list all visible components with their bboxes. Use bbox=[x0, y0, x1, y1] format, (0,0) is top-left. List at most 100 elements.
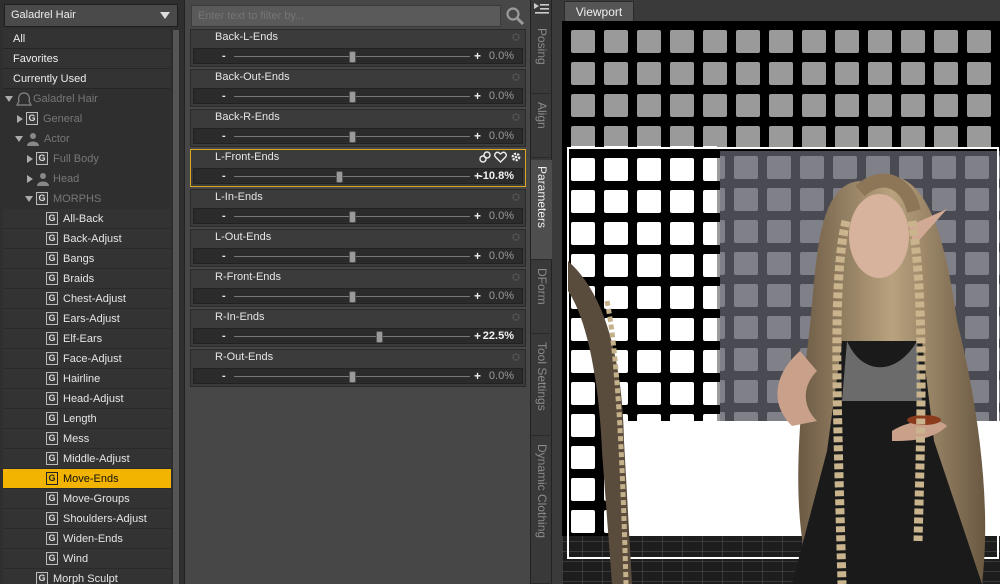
decrement-button[interactable]: - bbox=[222, 290, 226, 302]
tree-row-morph-item[interactable]: G Length bbox=[3, 409, 171, 429]
decrement-button[interactable]: - bbox=[222, 210, 226, 222]
tree-scrollbar[interactable] bbox=[172, 30, 180, 584]
tree-row-morph-item[interactable]: G Head-Adjust bbox=[3, 389, 171, 409]
slider-handle[interactable] bbox=[336, 171, 344, 183]
decrement-button[interactable]: - bbox=[222, 330, 226, 342]
filter-all[interactable]: All bbox=[3, 29, 170, 49]
gear-icon[interactable] bbox=[511, 32, 521, 42]
increment-button[interactable]: + bbox=[474, 209, 481, 223]
tab-viewport[interactable]: Viewport bbox=[564, 1, 634, 21]
expand-arrow-icon[interactable] bbox=[15, 129, 25, 149]
decrement-button[interactable]: - bbox=[222, 50, 226, 62]
decrement-button[interactable]: - bbox=[222, 250, 226, 262]
increment-button[interactable]: + bbox=[474, 249, 481, 263]
tree-row-morph-item[interactable]: G Move-Groups bbox=[3, 489, 171, 509]
param-value[interactable]: 0.0% bbox=[489, 210, 514, 222]
param-slider-row[interactable]: L-Front-Ends - + -10.8% bbox=[190, 149, 526, 187]
tree-row-morph-item[interactable]: G Move-Ends bbox=[3, 469, 171, 489]
side-tab[interactable]: Tool Settings bbox=[531, 336, 552, 436]
decrement-button[interactable]: - bbox=[222, 90, 226, 102]
tree-row-head[interactable]: Head bbox=[3, 169, 171, 189]
tree-row-morph-sculpt[interactable]: G Morph Sculpt bbox=[3, 569, 171, 584]
tree-row-morph-item[interactable]: G Braids bbox=[3, 269, 171, 289]
slider-handle[interactable] bbox=[349, 91, 356, 103]
tree-row-morph-item[interactable]: G All-Back bbox=[3, 209, 171, 229]
param-slider-row[interactable]: R-Out-Ends - +0.0% bbox=[190, 349, 526, 387]
tree-row-morph-item[interactable]: G Elf-Ears bbox=[3, 329, 171, 349]
tree-row-morph-item[interactable]: G Face-Adjust bbox=[3, 349, 171, 369]
slider-track[interactable]: - +22.5% bbox=[193, 328, 523, 344]
decrement-button[interactable]: - bbox=[222, 170, 226, 182]
expand-arrow-icon[interactable] bbox=[25, 149, 35, 169]
slider-handle[interactable] bbox=[349, 131, 356, 143]
gear-icon[interactable] bbox=[511, 192, 521, 202]
chevron-down-icon[interactable] bbox=[160, 12, 170, 19]
tree-row-morph-item[interactable]: G Chest-Adjust bbox=[3, 289, 171, 309]
param-slider-row[interactable]: Back-R-Ends - +0.0% bbox=[190, 109, 526, 147]
gear-icon[interactable] bbox=[511, 272, 521, 282]
tree-row-full-body[interactable]: G Full Body bbox=[3, 149, 171, 169]
slider-track[interactable]: - +0.0% bbox=[193, 248, 523, 264]
slider-handle[interactable] bbox=[349, 51, 356, 63]
increment-button[interactable]: + bbox=[474, 49, 481, 63]
node-selector-dropdown[interactable]: Galadrel Hair bbox=[4, 4, 178, 27]
favorite-heart-icon[interactable] bbox=[494, 151, 507, 163]
expand-arrow-icon[interactable] bbox=[15, 109, 25, 129]
slider-track[interactable]: - +0.0% bbox=[193, 88, 523, 104]
side-tab[interactable]: Parameters bbox=[531, 160, 552, 260]
increment-button[interactable]: + bbox=[474, 129, 481, 143]
slider-handle[interactable] bbox=[375, 331, 383, 343]
expand-arrow-icon[interactable] bbox=[25, 189, 35, 209]
slider-track[interactable]: - +0.0% bbox=[193, 208, 523, 224]
param-value[interactable]: 22.5% bbox=[483, 330, 514, 342]
param-value[interactable]: 0.0% bbox=[489, 370, 514, 382]
tree-row-morph-item[interactable]: G Middle-Adjust bbox=[3, 449, 171, 469]
tree-row-root[interactable]: Galadrel Hair bbox=[3, 89, 171, 109]
search-icon[interactable] bbox=[505, 6, 525, 26]
tree-row-morph-item[interactable]: G Bangs bbox=[3, 249, 171, 269]
tree-row-morph-item[interactable]: G Hairline bbox=[3, 369, 171, 389]
param-slider-row[interactable]: L-Out-Ends - +0.0% bbox=[190, 229, 526, 267]
gear-icon[interactable] bbox=[511, 232, 521, 242]
param-slider-row[interactable]: L-In-Ends - +0.0% bbox=[190, 189, 526, 227]
increment-button[interactable]: + bbox=[474, 369, 481, 383]
tree-row-morph-item[interactable]: G Mess bbox=[3, 429, 171, 449]
slider-track[interactable]: - +0.0% bbox=[193, 288, 523, 304]
tree-row-actor[interactable]: Actor bbox=[3, 129, 171, 149]
side-tab[interactable]: Dynamic Clothing bbox=[531, 438, 552, 584]
param-slider-row[interactable]: R-In-Ends - +22.5% bbox=[190, 309, 526, 347]
param-slider-row[interactable]: Back-L-Ends - +0.0% bbox=[190, 29, 526, 67]
increment-button[interactable]: + bbox=[474, 289, 481, 303]
slider-handle[interactable] bbox=[349, 211, 356, 223]
slider-handle[interactable] bbox=[349, 371, 356, 383]
side-tab[interactable]: Posing bbox=[531, 22, 552, 94]
increment-button[interactable]: + bbox=[474, 329, 481, 343]
filter-input[interactable] bbox=[191, 5, 501, 27]
side-tab[interactable]: DForm bbox=[531, 262, 552, 334]
slider-track[interactable]: - +0.0% bbox=[193, 368, 523, 384]
tree-row-morph-item[interactable]: G Ears-Adjust bbox=[3, 309, 171, 329]
side-tab[interactable]: Align bbox=[531, 96, 552, 158]
scrollbar-thumb[interactable] bbox=[173, 30, 179, 584]
param-slider-row[interactable]: Back-Out-Ends - +0.0% bbox=[190, 69, 526, 107]
tree-row-morph-item[interactable]: G Back-Adjust bbox=[3, 229, 171, 249]
param-value[interactable]: 0.0% bbox=[489, 290, 514, 302]
filter-currently-used[interactable]: Currently Used bbox=[3, 69, 170, 89]
decrement-button[interactable]: - bbox=[222, 130, 226, 142]
gear-icon[interactable] bbox=[511, 72, 521, 82]
expand-arrow-icon[interactable] bbox=[25, 169, 35, 189]
filter-favorites[interactable]: Favorites bbox=[3, 49, 170, 69]
param-slider-row[interactable]: R-Front-Ends - +0.0% bbox=[190, 269, 526, 307]
slider-track[interactable]: - +0.0% bbox=[193, 128, 523, 144]
slider-handle[interactable] bbox=[349, 291, 356, 303]
decrement-button[interactable]: - bbox=[222, 370, 226, 382]
tree-row-morph-item[interactable]: G Shoulders-Adjust bbox=[3, 509, 171, 529]
panel-menu-icon[interactable] bbox=[534, 2, 549, 16]
param-value[interactable]: 0.0% bbox=[489, 90, 514, 102]
gear-icon[interactable] bbox=[511, 352, 521, 362]
slider-track[interactable]: - +0.0% bbox=[193, 48, 523, 64]
link-icon[interactable] bbox=[479, 151, 491, 163]
tree-row-morphs[interactable]: G MORPHS bbox=[3, 189, 171, 209]
expand-arrow-icon[interactable] bbox=[5, 89, 15, 109]
param-value[interactable]: -10.8% bbox=[479, 170, 514, 182]
